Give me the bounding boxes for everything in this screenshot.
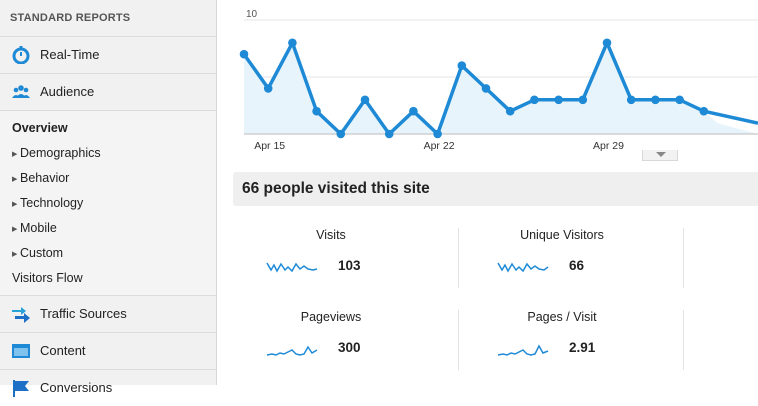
chart-expand-handle[interactable] — [642, 150, 678, 161]
sidebar-item-label: Demographics — [20, 146, 101, 160]
data-point-8 — [433, 129, 442, 139]
audience-submenu: Overview ▶ Demographics ▶ Behavior ▶ Techno… — [0, 111, 216, 296]
main-content: 105Apr 15Apr 22Apr 29 66 people visited … — [218, 0, 758, 385]
visits-line-chart: 105Apr 15Apr 22Apr 29 — [239, 9, 758, 152]
metric-label: Pages / Visit — [527, 310, 597, 324]
data-point-7 — [409, 106, 418, 116]
sidebar-item-label: Conversions — [40, 380, 113, 395]
data-point-9 — [457, 61, 467, 70]
metric-value: 66 — [569, 258, 585, 273]
data-point-13 — [554, 95, 563, 105]
chart-area-fill — [244, 42, 758, 134]
data-point-18 — [675, 95, 684, 105]
sidebar-item-mobile[interactable]: ▶ Mobile — [0, 216, 216, 241]
stopwatch-icon — [12, 46, 30, 64]
summary-headline: 66 people visited this site — [233, 172, 758, 206]
expand-arrow-icon: ▶ — [12, 176, 18, 183]
sidebar-item-visitors-flow[interactable]: Visitors Flow — [0, 266, 216, 291]
data-point-19 — [699, 106, 709, 116]
data-point-2 — [288, 38, 297, 48]
data-point-16 — [626, 95, 636, 105]
sidebar-item-content[interactable]: Content — [0, 333, 216, 370]
sidebar-item-overview[interactable]: Overview — [0, 116, 216, 141]
sidebar-item-label: Overview — [12, 121, 68, 135]
data-point-12 — [530, 95, 539, 105]
x-tick-label: Apr 22 — [424, 140, 455, 152]
metric-divider — [683, 310, 684, 370]
data-point-6 — [384, 129, 394, 139]
metric-value: 2.91 — [569, 340, 596, 355]
x-tick-label: Apr 15 — [254, 140, 285, 152]
sidebar-item-custom[interactable]: ▶ Custom — [0, 241, 216, 266]
data-point-5 — [360, 95, 370, 105]
sidebar-item-audience[interactable]: Audience — [0, 74, 216, 111]
data-point-4 — [336, 129, 346, 139]
x-tick-label: Apr 29 — [593, 140, 624, 152]
sidebar-item-behavior[interactable]: ▶ Behavior — [0, 166, 216, 191]
window-icon — [12, 344, 30, 358]
sparkline — [497, 344, 549, 356]
sparkline — [266, 262, 318, 273]
expand-arrow-icon: ▶ — [12, 251, 18, 258]
sparkline — [266, 345, 318, 356]
y-tick-label: 10 — [246, 9, 258, 20]
sidebar-item-realtime[interactable]: Real-Time — [0, 37, 216, 74]
sidebar-item-demographics[interactable]: ▶ Demographics — [0, 141, 216, 166]
data-point-0 — [239, 49, 249, 59]
people-icon — [12, 85, 30, 98]
sidebar-item-label: Technology — [20, 196, 84, 210]
sparkline — [497, 262, 549, 273]
data-point-10 — [481, 84, 491, 93]
metric-pages-per-visit[interactable]: Pages / Visit 2.91 — [449, 310, 675, 376]
flag-icon — [13, 380, 29, 397]
metric-value: 103 — [338, 258, 361, 273]
sidebar-item-label: Content — [40, 343, 86, 358]
metric-divider — [458, 228, 459, 288]
data-point-1 — [263, 84, 273, 93]
expand-arrow-icon: ▶ — [12, 201, 18, 208]
expand-arrow-icon: ▶ — [12, 151, 18, 158]
sidebar-item-label: Custom — [20, 246, 64, 260]
data-point-14 — [578, 95, 588, 105]
metric-label: Visits — [316, 228, 346, 242]
sidebar-item-conversions[interactable]: Conversions — [0, 370, 216, 406]
standard-reports-header: STANDARD REPORTS — [0, 0, 216, 37]
sidebar-item-label: Behavior — [20, 171, 70, 185]
metric-unique-visitors[interactable]: Unique Visitors 66 — [449, 228, 675, 294]
chevron-down-icon — [656, 152, 666, 157]
metric-divider — [683, 228, 684, 288]
metric-label: Unique Visitors — [520, 228, 604, 242]
sidebar-item-label: Visitors Flow — [12, 271, 83, 285]
sidebar-item-label: Audience — [40, 84, 95, 99]
metric-pageviews[interactable]: Pageviews 300 — [218, 310, 444, 376]
sidebar-item-technology[interactable]: ▶ Technology — [0, 191, 216, 216]
data-point-11 — [505, 106, 515, 116]
data-point-3 — [312, 106, 321, 116]
metric-label: Pageviews — [300, 310, 362, 324]
sidebar-item-label: Real-Time — [40, 47, 100, 62]
sidebar: STANDARD REPORTS Real-Time Audience Over… — [0, 0, 217, 397]
data-point-15 — [602, 38, 612, 48]
arrows-icon — [12, 307, 30, 323]
sidebar-item-label: Traffic Sources — [40, 306, 127, 321]
metric-value: 300 — [338, 340, 361, 355]
data-point-17 — [651, 95, 660, 105]
sidebar-item-traffic-sources[interactable]: Traffic Sources — [0, 296, 216, 333]
sidebar-item-label: Mobile — [20, 221, 57, 235]
metric-visits[interactable]: Visits 103 — [218, 228, 444, 294]
expand-arrow-icon: ▶ — [12, 226, 18, 233]
metric-divider — [458, 310, 459, 370]
